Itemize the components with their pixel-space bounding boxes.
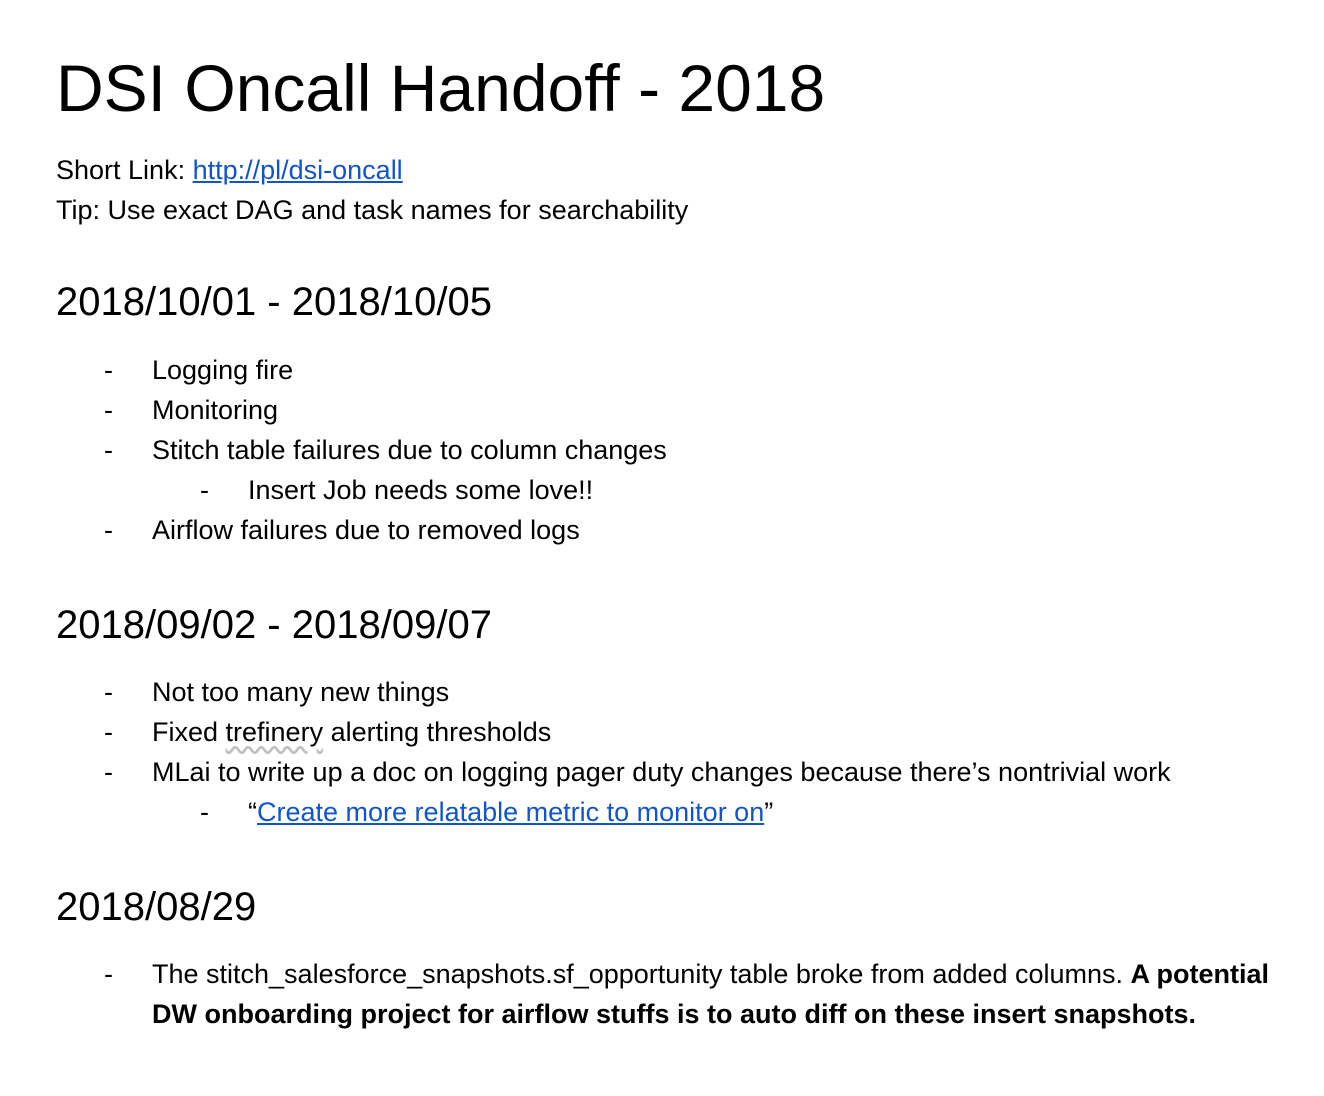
nested-list-item: - “Create more relatable metric to monit…: [56, 792, 1306, 832]
text-segment: The stitch_salesforce_snapshots.sf_oppor…: [152, 959, 1131, 989]
bullet-dash: -: [104, 757, 113, 787]
list-item-text: Airflow failures due to removed logs: [152, 515, 580, 545]
list-item: - The stitch_salesforce_snapshots.sf_opp…: [56, 954, 1306, 1034]
list-item: - MLai to write up a doc on logging page…: [56, 752, 1306, 792]
section-list: - Not too many new things - Fixed trefin…: [56, 672, 1306, 832]
bullet-dash: -: [104, 435, 113, 465]
list-item: - Fixed trefinery alerting thresholds: [56, 712, 1306, 752]
list-item-text: “Create more relatable metric to monitor…: [248, 797, 773, 827]
text-segment: Fixed: [152, 717, 226, 747]
short-link-line: Short Link: http://pl/dsi-oncall: [56, 150, 688, 190]
list-item: - Airflow failures due to removed logs: [56, 510, 1306, 550]
nested-list-item: - Insert Job needs some love!!: [56, 470, 1306, 510]
bullet-dash: -: [200, 475, 209, 505]
document-meta: Short Link: http://pl/dsi-oncall Tip: Us…: [56, 150, 688, 230]
list-item-text: Fixed trefinery alerting thresholds: [152, 717, 551, 747]
section-heading: 2018/09/02 - 2018/09/07: [56, 603, 492, 647]
list-item-text: MLai to write up a doc on logging pager …: [152, 757, 1171, 787]
bullet-dash: -: [104, 959, 113, 989]
list-item-text: Stitch table failures due to column chan…: [152, 435, 667, 465]
bullet-dash: -: [104, 515, 113, 545]
list-item-text: Not too many new things: [152, 677, 450, 707]
list-item-text: Insert Job needs some love!!: [248, 475, 594, 505]
bullet-dash: -: [200, 797, 209, 827]
open-quote: “: [248, 797, 257, 827]
bullet-dash: -: [104, 677, 113, 707]
list-item-text: Monitoring: [152, 395, 279, 425]
short-link-label: Short Link:: [56, 155, 193, 185]
section-heading: 2018/08/29: [56, 885, 257, 929]
list-item: - Stitch table failures due to column ch…: [56, 430, 1306, 470]
section-list: - Logging fire - Monitoring - Stitch tab…: [56, 350, 1306, 550]
list-item-text: The stitch_salesforce_snapshots.sf_oppor…: [152, 959, 1269, 1029]
short-link-url[interactable]: http://pl/dsi-oncall: [193, 155, 403, 185]
list-item: - Monitoring: [56, 390, 1306, 430]
bullet-dash: -: [104, 717, 113, 747]
bullet-dash: -: [104, 355, 113, 385]
text-segment: alerting thresholds: [323, 717, 552, 747]
list-item-text: Logging fire: [152, 355, 294, 385]
metric-doc-link[interactable]: Create more relatable metric to monitor …: [257, 797, 764, 827]
tip-line: Tip: Use exact DAG and task names for se…: [56, 195, 689, 225]
document-title: DSI Oncall Handoff - 2018: [56, 51, 826, 125]
list-item: - Not too many new things: [56, 672, 1306, 712]
section-list: - The stitch_salesforce_snapshots.sf_opp…: [56, 954, 1306, 1034]
section-heading: 2018/10/01 - 2018/10/05: [56, 280, 492, 324]
list-item: - Logging fire: [56, 350, 1306, 390]
spellcheck-flagged-word[interactable]: trefinery: [226, 717, 324, 747]
close-quote: ”: [764, 797, 774, 827]
bullet-dash: -: [104, 395, 113, 425]
